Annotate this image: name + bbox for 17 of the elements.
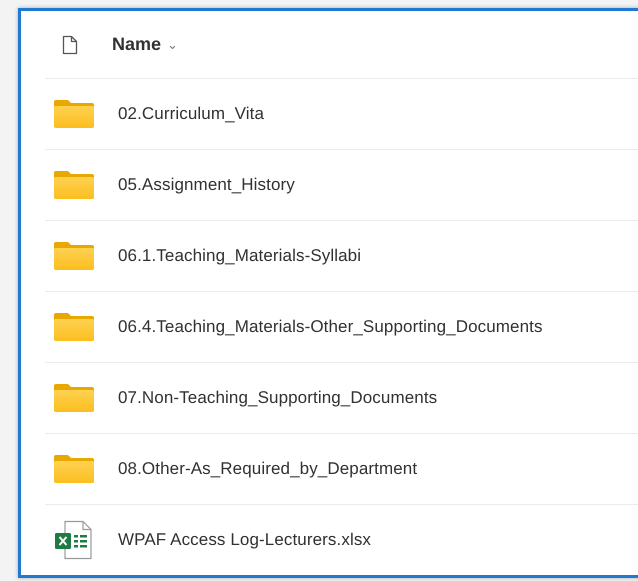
folder-icon <box>53 454 95 484</box>
folder-icon <box>53 99 95 129</box>
sort-caret-icon: ⌄ <box>167 37 178 52</box>
spreadsheet-icon <box>53 520 93 560</box>
file-name-link[interactable]: WPAF Access Log-Lecturers.xlsx <box>118 530 372 550</box>
folder-icon <box>53 170 95 200</box>
folder-icon <box>53 383 95 413</box>
document-icon <box>62 34 78 54</box>
folder-name-link[interactable]: 07.Non-Teaching_Supporting_Documents <box>118 388 438 408</box>
folder-name-link[interactable]: 06.4.Teaching_Materials-Other_Supporting_Documents <box>118 317 543 337</box>
folder-icon <box>53 312 95 342</box>
folder-name-link[interactable]: 05.Assignment_History <box>118 175 295 195</box>
folder-name-link[interactable]: 06.1.Teaching_Materials-Syllabi <box>118 246 362 266</box>
folder-name-link[interactable]: 02.Curriculum_Vita <box>118 104 264 124</box>
folder-icon <box>53 241 95 271</box>
name-column-header[interactable]: Name ⌄ <box>112 34 178 55</box>
folder-name-link[interactable]: 08.Other-As_Required_by_Department <box>118 459 418 479</box>
